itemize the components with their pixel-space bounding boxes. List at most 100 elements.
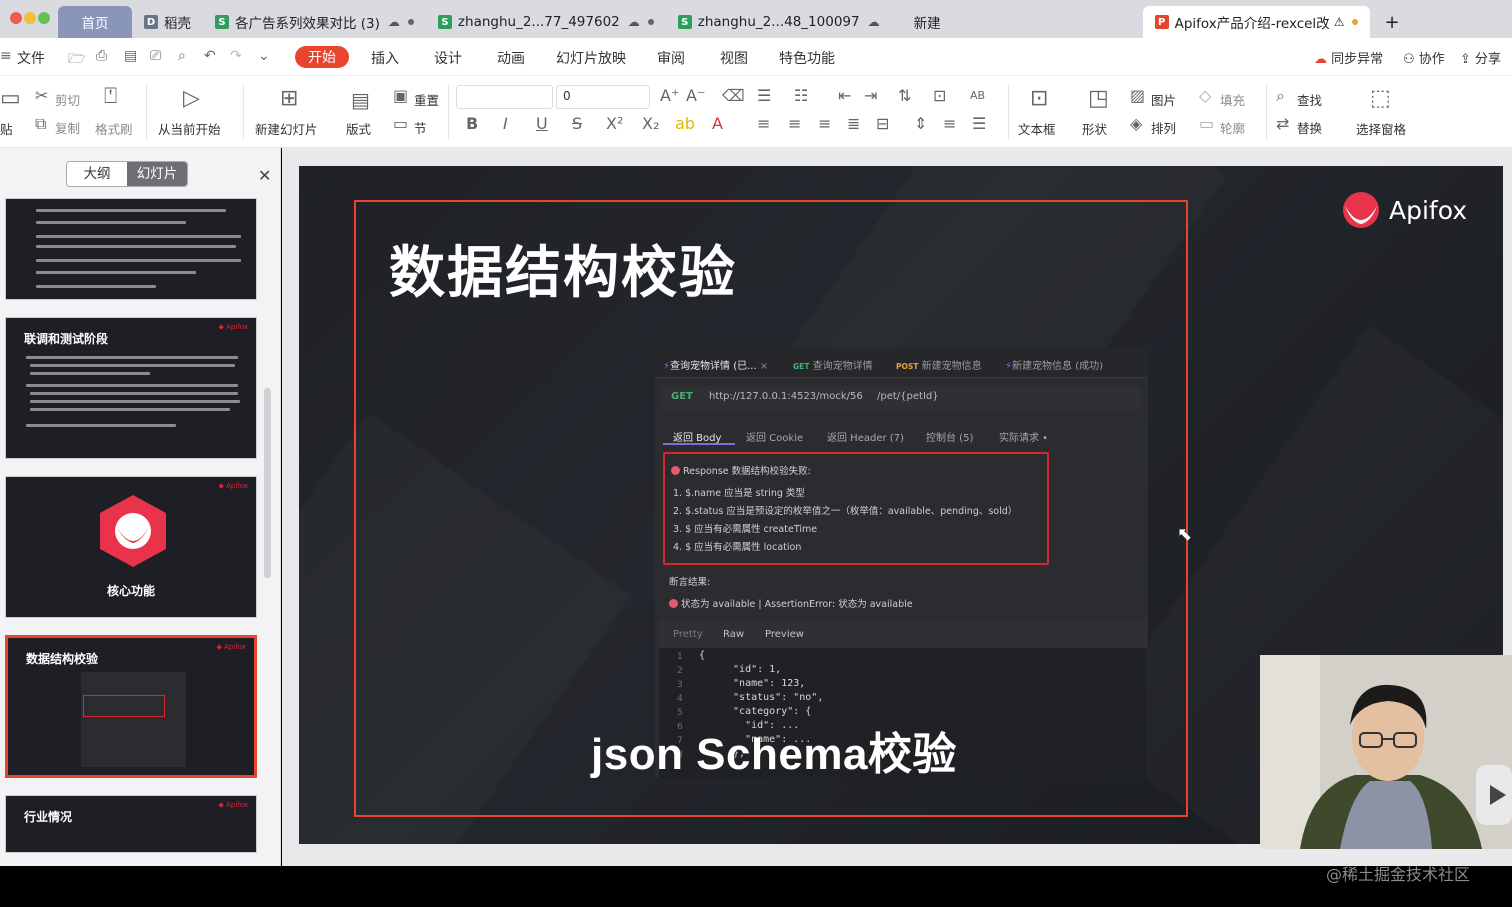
decrease-font-icon[interactable]: A⁻ [686, 88, 705, 104]
replace-button[interactable]: 替换 [1297, 118, 1322, 137]
reset-button[interactable]: 重置 [414, 90, 439, 109]
undo-icon[interactable]: ↶ [204, 48, 216, 64]
slide-thumbnail[interactable] [5, 198, 257, 300]
layout-button[interactable]: 版式 [346, 119, 371, 138]
outdent-icon[interactable]: ⇤ [838, 88, 851, 104]
find-icon[interactable]: ⌕ [1276, 88, 1285, 104]
layout-icon[interactable]: ▤ [351, 90, 370, 110]
align-right-icon[interactable]: ≡ [818, 116, 831, 132]
bullet-list-icon[interactable]: ☰ [757, 88, 771, 104]
slide-thumbnail[interactable]: ◆ Apifox 核心功能 [5, 476, 257, 618]
replace-icon[interactable]: ⇄ [1276, 116, 1289, 132]
justify-icon[interactable]: ≣ [847, 116, 860, 132]
panel-scrollbar[interactable] [264, 388, 271, 578]
textbox-icon[interactable]: ⊡ [1030, 88, 1048, 110]
copy-button[interactable]: 复制 [55, 118, 80, 137]
shape-icon[interactable]: ◳ [1088, 88, 1109, 110]
cut-icon[interactable]: ✂ [35, 88, 48, 104]
arrange-icon[interactable]: ◈ [1130, 116, 1142, 132]
align-center-icon[interactable]: ≡ [788, 116, 801, 132]
font-color-icon[interactable]: A [712, 116, 723, 132]
line-spacing-icon[interactable]: ⇕ [914, 116, 927, 132]
highlight-icon[interactable]: ab [675, 116, 695, 132]
share-button[interactable]: ⇪ 分享 [1460, 48, 1501, 67]
tab-new[interactable]: 新建 [902, 6, 953, 38]
sync-status[interactable]: ☁ 同步异常 [1314, 48, 1383, 67]
font-family-select[interactable] [456, 85, 553, 109]
paste-icon[interactable]: ▭ [0, 88, 21, 110]
format-painter-button[interactable]: 格式刷 [95, 119, 133, 138]
distribute-icon[interactable]: ⊟ [876, 116, 889, 132]
print-icon[interactable]: ⎚ [150, 48, 161, 64]
menu-review[interactable]: 审阅 [657, 48, 685, 68]
paragraph-spacing-icon[interactable]: ≡ [943, 116, 956, 132]
menu-view[interactable]: 视图 [720, 48, 748, 68]
tab-docer[interactable]: D 稻壳 [132, 6, 203, 38]
shape-button[interactable]: 形状 [1082, 119, 1107, 138]
slide-thumbnail[interactable]: 行业情况 ◆ Apifox [5, 795, 257, 853]
strikethrough-icon[interactable]: S [572, 116, 582, 132]
italic-icon[interactable]: I [503, 116, 508, 132]
play-from-current-button[interactable]: 从当前开始 [158, 119, 221, 138]
reset-icon[interactable]: ▣ [393, 88, 408, 104]
bold-icon[interactable]: B [466, 116, 478, 132]
save-icon[interactable]: ⎙ [96, 48, 107, 64]
new-tab-plus-icon[interactable]: + [1370, 6, 1413, 38]
outline-icon[interactable]: ▭ [1199, 116, 1214, 132]
superscript-icon[interactable]: X² [606, 116, 623, 132]
hamburger-icon[interactable]: ≡ [0, 48, 12, 64]
slide-title[interactable]: 数据结构校验 [389, 228, 737, 309]
sort-icon[interactable]: ⇅ [898, 88, 911, 104]
redo-icon[interactable]: ↷ [230, 48, 242, 64]
section-button[interactable]: 节 [414, 118, 427, 137]
close-icon[interactable]: ✕ [258, 166, 271, 185]
menu-insert[interactable]: 插入 [371, 48, 399, 68]
picture-button[interactable]: 图片 [1151, 90, 1176, 109]
close-window-button[interactable] [10, 12, 22, 24]
tab-zhanghu-2[interactable]: Szhanghu_2...48_100097 ☁ [666, 6, 892, 38]
fill-icon[interactable]: ◇ [1199, 88, 1211, 104]
selection-pane-button[interactable]: 选择窗格 [1356, 119, 1406, 138]
fill-button[interactable]: 填充 [1220, 90, 1245, 109]
cut-button[interactable]: 剪切 [55, 90, 80, 109]
more-chevron-icon[interactable]: ⌄ [258, 48, 270, 64]
outline-tab[interactable]: 大纲 [67, 162, 127, 186]
columns-icon[interactable]: ☰ [972, 116, 986, 132]
increase-font-icon[interactable]: A⁺ [660, 88, 679, 104]
picture-icon[interactable]: ▨ [1130, 88, 1145, 104]
find-button[interactable]: 查找 [1297, 90, 1322, 109]
clear-format-icon[interactable]: ⌫ [722, 88, 745, 104]
underline-icon[interactable]: U [536, 116, 548, 132]
selection-pane-icon[interactable]: ⬚ [1370, 88, 1391, 110]
open-icon[interactable]: 🗁 [68, 48, 85, 72]
menu-start[interactable]: 开始 [295, 46, 349, 68]
subscript-icon[interactable]: X₂ [642, 116, 659, 132]
numbered-list-icon[interactable]: ☷ [794, 88, 808, 104]
text-style-icon[interactable]: AB [970, 88, 985, 104]
zoom-window-button[interactable] [38, 12, 50, 24]
new-slide-button[interactable]: 新建幻灯片 [255, 119, 318, 138]
collaborate-button[interactable]: ⚇ 协作 [1403, 48, 1445, 67]
paste-button[interactable]: 贴 [0, 119, 13, 138]
menu-features[interactable]: 特色功能 [779, 48, 835, 68]
tab-home[interactable]: 首页 [58, 6, 132, 38]
section-icon[interactable]: ▭ [393, 116, 408, 132]
menu-animation[interactable]: 动画 [497, 48, 525, 68]
export-pdf-icon[interactable]: ▤ [124, 48, 137, 64]
menu-slideshow[interactable]: 幻灯片放映 [556, 48, 626, 68]
copy-icon[interactable]: ⧉ [35, 116, 46, 132]
embedded-screenshot[interactable]: ⚡查询宠物详情 (已... × GET 查询宠物详情 POST 新建宠物信息 ⚡… [655, 348, 1148, 778]
arrange-button[interactable]: 排列 [1151, 118, 1176, 137]
new-slide-icon[interactable]: ⊞ [280, 88, 298, 110]
preview-icon[interactable]: ⌕ [178, 48, 186, 64]
format-painter-icon[interactable]: ⍞ [104, 86, 117, 108]
indent-icon[interactable]: ⇥ [864, 88, 877, 104]
tab-ad-compare[interactable]: S 各广告系列效果对比 (3) ☁ [203, 6, 426, 38]
minimize-window-button[interactable] [24, 12, 36, 24]
outline-button[interactable]: 轮廓 [1220, 118, 1245, 137]
tab-zhanghu-1[interactable]: Szhanghu_2...77_497602 ☁ [426, 6, 666, 38]
align-left-icon[interactable]: ≡ [757, 116, 770, 132]
menu-file[interactable]: 文件 [17, 48, 45, 68]
slides-tab[interactable]: 幻灯片 [127, 162, 187, 186]
menu-design[interactable]: 设计 [434, 48, 462, 68]
